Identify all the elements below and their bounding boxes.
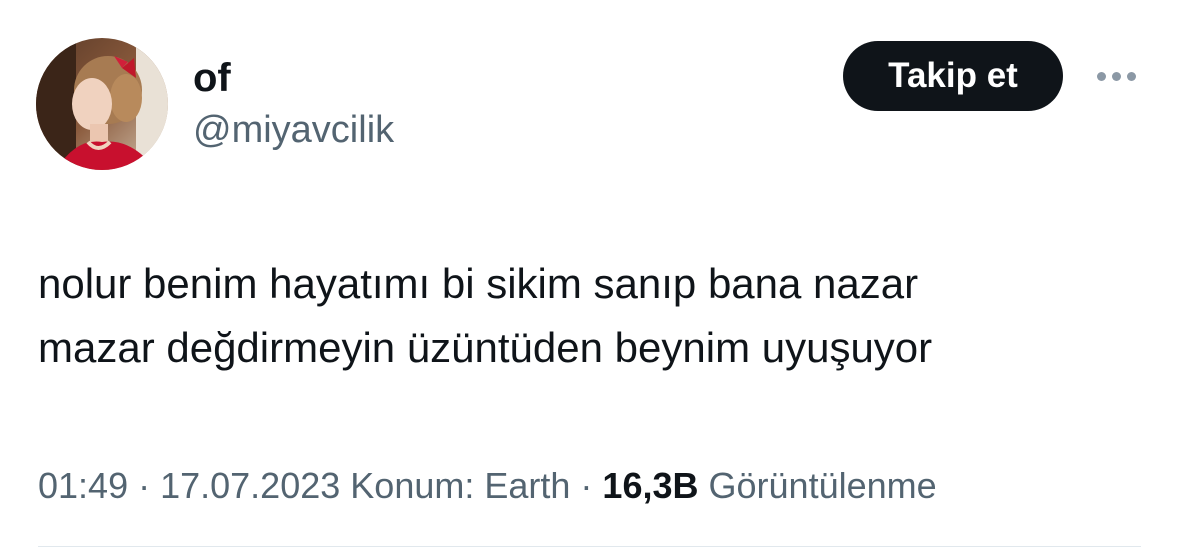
more-horizontal-icon[interactable] (1092, 58, 1140, 94)
tweet-text: nolur benim hayatımı bi sikim sanıp bana… (38, 252, 1148, 380)
tweet-metadata: 01:49 · 17.07.2023 Konum: Earth · 16,3B … (38, 462, 937, 510)
follow-button[interactable]: Takip et (843, 41, 1063, 111)
more-dot (1111, 71, 1121, 81)
avatar[interactable] (36, 38, 168, 170)
tweet-time[interactable]: 01:49 (38, 465, 128, 506)
more-dot (1126, 71, 1136, 81)
username-handle[interactable]: @miyavcilik (193, 107, 394, 153)
display-name[interactable]: of (193, 54, 231, 102)
tweet-date[interactable]: 17.07.2023 (160, 465, 340, 506)
more-dot (1096, 71, 1106, 81)
views-label[interactable]: Görüntülenme (709, 465, 937, 506)
views-count[interactable]: 16,3B (602, 465, 698, 506)
meta-separator: · (570, 465, 603, 506)
meta-separator: · (128, 465, 161, 506)
tweet-text-line: mazar değdirmeyin üzüntüden beynim uyuşu… (38, 324, 933, 371)
divider (38, 546, 1141, 547)
tweet-location: Konum: Earth (350, 465, 571, 506)
tweet-text-line: nolur benim hayatımı bi sikim sanıp bana… (38, 260, 919, 307)
avatar-photo (36, 38, 168, 170)
